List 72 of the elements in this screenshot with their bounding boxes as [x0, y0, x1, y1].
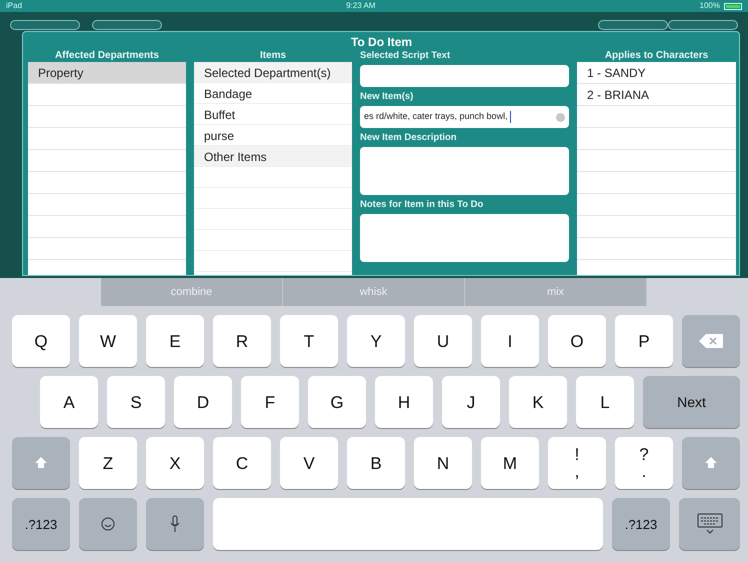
list-item[interactable]: Bandage — [194, 83, 352, 104]
toolbar-button[interactable] — [92, 20, 162, 30]
toolbar-button[interactable] — [668, 20, 738, 30]
numbers-key[interactable]: .?123 — [612, 498, 670, 550]
column-heading: Applies to Characters — [604, 50, 710, 62]
field-label: Selected Script Text — [360, 50, 452, 62]
next-key[interactable]: Next — [643, 376, 740, 428]
key[interactable]: Q — [12, 315, 70, 367]
backspace-key[interactable] — [682, 315, 740, 367]
clear-icon[interactable] — [556, 112, 565, 122]
key[interactable]: ? . — [615, 437, 673, 489]
key[interactable]: ! , — [548, 437, 606, 489]
key[interactable]: W — [79, 315, 137, 367]
field-label: New Item Description — [360, 132, 458, 144]
key[interactable]: S — [107, 376, 165, 428]
section-header: Selected Department(s) — [194, 62, 352, 83]
key[interactable]: L — [576, 376, 634, 428]
backspace-icon — [698, 333, 724, 349]
key[interactable]: M — [481, 437, 539, 489]
input-field[interactable]: es rd/white, cater trays, punch bowl, — [360, 106, 569, 128]
list-item[interactable]: 1 - SANDY — [577, 62, 736, 84]
hide-keyboard-key[interactable] — [679, 498, 740, 550]
key[interactable]: X — [146, 437, 204, 489]
field-label: Notes for Item in this To Do — [360, 199, 484, 211]
section-header: Other Items — [194, 146, 352, 167]
key-label: , — [574, 463, 580, 480]
battery-percent: 100% — [700, 0, 720, 12]
emoji-key[interactable] — [79, 498, 137, 550]
key[interactable]: E — [146, 315, 204, 367]
toolbar-button[interactable] — [598, 20, 668, 30]
key[interactable]: Y — [347, 315, 405, 367]
key[interactable]: R — [213, 315, 271, 367]
shift-icon — [34, 456, 48, 470]
key[interactable]: I — [481, 315, 539, 367]
key[interactable]: U — [414, 315, 472, 367]
key[interactable]: C — [213, 437, 271, 489]
key[interactable]: N — [414, 437, 472, 489]
key[interactable]: F — [241, 376, 299, 428]
key[interactable]: K — [509, 376, 567, 428]
list-item[interactable]: 2 - BRIANA — [577, 84, 736, 106]
shift-key[interactable] — [12, 437, 70, 489]
key[interactable]: G — [308, 376, 366, 428]
column-heading: Affected Departments — [54, 50, 160, 62]
toolbar-button[interactable] — [10, 20, 80, 30]
keyboard-icon — [696, 513, 722, 535]
key[interactable]: O — [548, 315, 606, 367]
column-heading: Items — [258, 50, 288, 62]
key[interactable]: D — [174, 376, 232, 428]
battery-icon — [724, 2, 742, 10]
key[interactable]: V — [280, 437, 338, 489]
key[interactable]: J — [442, 376, 500, 428]
smiley-icon — [101, 517, 115, 531]
key-label: ! — [574, 446, 580, 463]
key[interactable]: P — [615, 315, 673, 367]
input-field[interactable] — [360, 65, 569, 87]
dialog-title: To Do Item — [350, 34, 412, 50]
field-label: New Item(s) — [360, 91, 414, 103]
microphone-icon — [170, 515, 180, 533]
key-label: ? — [639, 446, 649, 463]
list-item[interactable]: Buffet — [194, 104, 352, 125]
shift-key[interactable] — [682, 437, 740, 489]
key[interactable]: Z — [79, 437, 137, 489]
numbers-key[interactable]: .?123 — [12, 498, 70, 550]
device-name: iPad — [6, 0, 22, 12]
key[interactable]: B — [347, 437, 405, 489]
list-item[interactable]: Property — [28, 62, 186, 84]
clock-time: 9:23 AM — [346, 0, 376, 12]
key-label: . — [642, 463, 646, 480]
key[interactable]: H — [375, 376, 433, 428]
shift-icon — [704, 456, 718, 470]
key[interactable]: A — [40, 376, 98, 428]
key[interactable]: T — [280, 315, 338, 367]
